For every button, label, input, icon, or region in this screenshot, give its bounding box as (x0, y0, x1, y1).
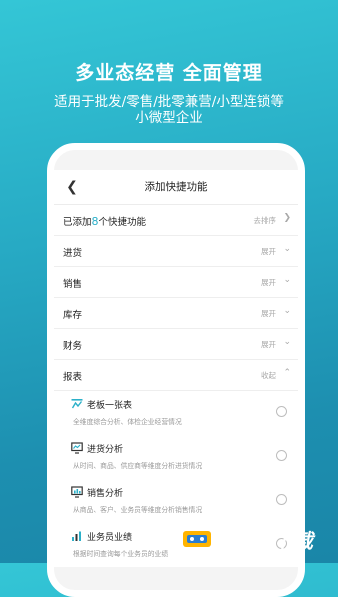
expand-toggle[interactable]: 展开 (261, 308, 276, 319)
select-radio[interactable] (276, 406, 287, 417)
section-row-purchase[interactable]: 进货 展开 ⌄ (54, 236, 298, 267)
summary-label: 已添加8个快捷功能 (63, 214, 146, 228)
section-label: 财务 (63, 341, 83, 352)
report-item-desc: 根据时间查询每个业务员的业绩 (73, 550, 169, 558)
chevron-up-icon: ⌃ (283, 368, 291, 378)
section-label: 库存 (63, 310, 83, 321)
bar-chart-icon (72, 531, 81, 541)
report-item-title: 销售分析 (87, 489, 124, 499)
summary-prefix: 已添加 (63, 217, 92, 228)
chevron-down-icon: ⌄ (283, 337, 291, 347)
report-item-title: 业务员业绩 (87, 533, 133, 543)
section-row-finance[interactable]: 财务 展开 ⌄ (54, 329, 298, 360)
chevron-down-icon: ⌄ (283, 244, 291, 254)
collapse-toggle[interactable]: 收起 (261, 370, 276, 381)
report-item-desc: 从商品、客户、业务员等维度分析销售情况 (73, 506, 203, 514)
expand-toggle[interactable]: 展开 (261, 246, 276, 257)
page-title: 添加快捷功能 (144, 181, 208, 193)
watermark-text: 80后下载 (225, 529, 313, 553)
watermark-logo-icon (175, 524, 219, 554)
report-item-title: 进货分析 (87, 445, 124, 455)
select-radio[interactable] (276, 494, 287, 505)
report-chart-icon (71, 399, 83, 409)
select-radio[interactable] (276, 450, 287, 461)
section-row-inventory[interactable]: 库存 展开 ⌄ (54, 298, 298, 329)
section-label: 销售 (63, 279, 83, 290)
expand-toggle[interactable]: 展开 (261, 339, 276, 350)
section-label: 报表 (63, 372, 83, 383)
report-item-purchase-analysis[interactable]: 进货分析 从时间、商品、供应商等维度分析进货情况 (54, 435, 298, 479)
report-item-desc: 从时间、商品、供应商等维度分析进货情况 (73, 462, 203, 470)
section-row-sales[interactable]: 销售 展开 ⌄ (54, 267, 298, 298)
summary-row[interactable]: 已添加8个快捷功能 去排序 ❯ (54, 205, 298, 236)
chevron-down-icon: ⌄ (283, 275, 291, 285)
purchase-analysis-icon (71, 442, 83, 454)
nav-bar: ❮ 添加快捷功能 (54, 170, 298, 205)
chevron-right-icon: ❯ (283, 213, 291, 223)
chevron-down-icon: ⌄ (283, 306, 291, 316)
report-item-boss-table[interactable]: 老板一张表 全维度综合分析、体检企业经营情况 (54, 391, 298, 435)
report-item-sales-analysis[interactable]: 销售分析 从商品、客户、业务员等维度分析销售情况 (54, 479, 298, 523)
hero-headline: 多业态经营 全面管理 (75, 62, 263, 84)
sales-analysis-icon (71, 486, 83, 498)
hero-subline-2: 小微型企业 (135, 110, 203, 126)
watermark-badge: 80后下载 (175, 521, 338, 557)
section-row-reports[interactable]: 报表 收起 ⌃ (54, 360, 298, 391)
summary-suffix: 个快捷功能 (98, 217, 147, 228)
report-item-title: 老板一张表 (87, 401, 133, 411)
report-item-desc: 全维度综合分析、体检企业经营情况 (73, 418, 182, 426)
summary-count: 8 (91, 215, 99, 228)
sort-link[interactable]: 去排序 (254, 215, 277, 226)
expand-toggle[interactable]: 展开 (261, 277, 276, 288)
section-label: 进货 (63, 248, 83, 259)
